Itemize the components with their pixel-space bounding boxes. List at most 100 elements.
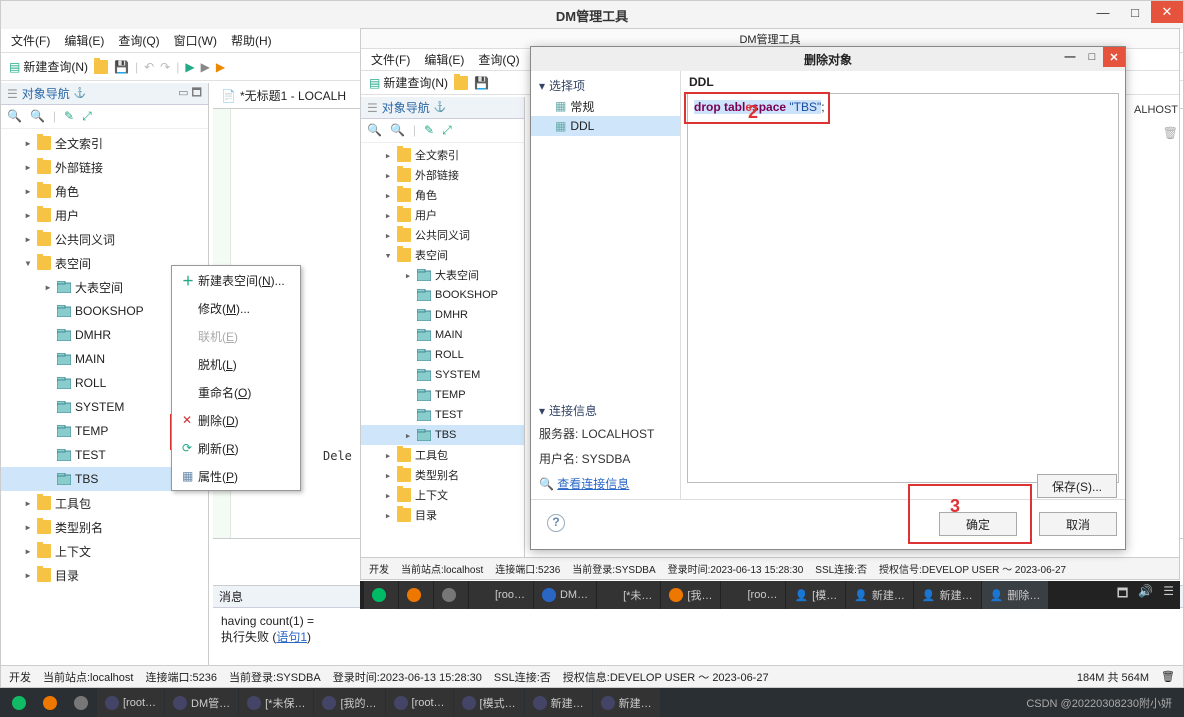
open-button[interactable] xyxy=(94,60,108,74)
messages-tab[interactable]: 消息 xyxy=(219,588,243,605)
task-item[interactable] xyxy=(434,581,468,609)
os-task-item[interactable]: [root… xyxy=(97,688,164,717)
os-task-item[interactable]: DM管… xyxy=(165,688,238,717)
ctx-item[interactable]: ▦属性(P) xyxy=(172,462,300,490)
menu-edit[interactable]: 编辑(E) xyxy=(64,32,104,49)
maximize-button[interactable]: □ xyxy=(1119,1,1151,23)
os-task-item[interactable]: [root… xyxy=(386,688,453,717)
object-tree2[interactable]: ▸全文索引▸外部链接▸角色▸用户▸公共同义词▾表空间▸大表空间BOOKSHOPD… xyxy=(361,143,524,557)
task-item[interactable]: [roo… xyxy=(721,581,785,609)
undo-button[interactable]: ↶ xyxy=(144,60,154,74)
tree-item[interactable]: ▸角色 xyxy=(361,185,524,205)
tree-item[interactable]: ▸上下文 xyxy=(1,539,208,563)
folder-icon xyxy=(37,256,51,270)
run-button[interactable]: ▶ xyxy=(185,60,194,74)
new-query-button[interactable]: ▤新建查询(N) xyxy=(9,58,88,75)
filter-icon[interactable]: 🔍 xyxy=(30,109,45,124)
tree-item[interactable]: TEMP xyxy=(361,385,524,405)
menu2-edit[interactable]: 编辑(E) xyxy=(424,51,464,68)
tree-item[interactable]: ▾表空间 xyxy=(361,245,524,265)
trash-icon-top[interactable]: 🗑 xyxy=(1163,126,1178,140)
view-conn-link[interactable]: 查看连接信息 xyxy=(557,477,629,491)
tree-item[interactable]: TEST xyxy=(361,405,524,425)
task-item[interactable]: 👤[模… xyxy=(786,581,845,609)
tree-item[interactable]: ▸外部链接 xyxy=(361,165,524,185)
save2[interactable]: 💾 xyxy=(474,76,489,90)
tree-item[interactable]: MAIN xyxy=(361,325,524,345)
tree-item[interactable]: SYSTEM xyxy=(361,365,524,385)
ctx-item[interactable]: ✕删除(D) xyxy=(172,406,300,434)
minimize-button[interactable]: ― xyxy=(1087,1,1119,23)
save-button[interactable]: 💾 xyxy=(114,60,129,74)
tree-item[interactable]: ▸工具包 xyxy=(1,491,208,515)
tree-item[interactable]: ▸工具包 xyxy=(361,445,524,465)
ctx-item[interactable]: 脱机(L) xyxy=(172,350,300,378)
locate-icon[interactable]: 🔍 xyxy=(7,109,22,124)
tree-item[interactable]: ▸类型别名 xyxy=(1,515,208,539)
ctx-item[interactable]: 重命名(O) xyxy=(172,378,300,406)
tree-label: 工具包 xyxy=(415,447,448,463)
tree-item[interactable]: ROLL xyxy=(361,345,524,365)
tree-item[interactable]: ▸目录 xyxy=(1,563,208,587)
menu2-query[interactable]: 查询(Q) xyxy=(478,51,519,68)
menu-file[interactable]: 文件(F) xyxy=(11,32,50,49)
trash-icon[interactable]: 🗑 xyxy=(1161,670,1175,683)
open2[interactable] xyxy=(454,76,468,90)
tree-item[interactable]: ▸TBS xyxy=(361,425,524,445)
bt-tray-menu[interactable]: ☰ xyxy=(1163,584,1174,605)
ctx-item[interactable]: ⟳刷新(R) xyxy=(172,434,300,462)
tree-item[interactable]: ▸大表空间 xyxy=(361,265,524,285)
tree-item[interactable]: DMHR xyxy=(361,305,524,325)
tree-item[interactable]: ▸目录 xyxy=(361,505,524,525)
side-ddl[interactable]: ▦DDL xyxy=(531,116,680,136)
bt-tray-battery[interactable]: 🗖 xyxy=(1117,584,1128,605)
debug-button[interactable]: ▶ xyxy=(201,60,210,74)
menu2-file[interactable]: 文件(F) xyxy=(371,51,410,68)
task-item[interactable] xyxy=(399,581,433,609)
dlg-minimize[interactable]: ― xyxy=(1059,47,1081,67)
task-item[interactable]: [我… xyxy=(661,581,720,609)
ctx-item[interactable]: ＋新建表空间(N)... xyxy=(172,266,300,294)
task-item[interactable] xyxy=(364,581,398,609)
statement-link[interactable]: 语句1 xyxy=(276,630,307,644)
menu-query[interactable]: 查询(Q) xyxy=(118,32,159,49)
redo-button[interactable]: ↷ xyxy=(160,60,170,74)
save-button[interactable]: 保存(S)... xyxy=(1037,474,1117,498)
os-task-item[interactable]: 新建… xyxy=(525,688,592,717)
os-task-item[interactable]: 新建… xyxy=(593,688,660,717)
tree-item[interactable]: ▸公共同义词 xyxy=(1,227,208,251)
close-button[interactable]: ✕ xyxy=(1151,1,1183,23)
tree-item[interactable]: ▸角色 xyxy=(1,179,208,203)
task-item[interactable]: 👤删除… xyxy=(982,581,1049,609)
dlg-maximize[interactable]: □ xyxy=(1081,47,1103,67)
cancel-button[interactable]: 取消 xyxy=(1039,512,1117,536)
os-task-item[interactable]: [模式… xyxy=(454,688,524,717)
tree-item[interactable]: ▸上下文 xyxy=(361,485,524,505)
dlg-close[interactable]: ✕ xyxy=(1103,47,1125,67)
new-query2[interactable]: ▤新建查询(N) xyxy=(369,74,448,91)
menu-window[interactable]: 窗口(W) xyxy=(174,32,217,49)
os-task-item[interactable]: [*未保… xyxy=(239,688,313,717)
tree-item[interactable]: ▸用户 xyxy=(361,205,524,225)
tree-item[interactable]: ▸外部链接 xyxy=(1,155,208,179)
edit-icon[interactable]: ✎ xyxy=(64,109,74,124)
tree-item[interactable]: ▸公共同义词 xyxy=(361,225,524,245)
task-item[interactable]: [*未… xyxy=(597,581,660,609)
expand-icon[interactable]: ⤢ xyxy=(82,109,92,124)
task-item[interactable]: 👤新建… xyxy=(914,581,981,609)
help-icon[interactable]: ? xyxy=(547,514,565,532)
tree-item[interactable]: ▸类型别名 xyxy=(361,465,524,485)
tree-item[interactable]: ▸全文索引 xyxy=(361,145,524,165)
menu-help[interactable]: 帮助(H) xyxy=(231,32,272,49)
side-general[interactable]: ▦常规 xyxy=(531,96,680,116)
tree-item[interactable]: ▸用户 xyxy=(1,203,208,227)
tree-item[interactable]: ▸全文索引 xyxy=(1,131,208,155)
bt-tray-vol[interactable]: 🔊 xyxy=(1138,584,1153,605)
os-task-item[interactable]: [我的… xyxy=(314,688,384,717)
task-item[interactable]: 👤新建… xyxy=(846,581,913,609)
task-item[interactable]: [roo… xyxy=(469,581,533,609)
task-item[interactable]: DM… xyxy=(534,581,596,609)
plan-button[interactable]: ▶ xyxy=(216,60,225,74)
tree-item[interactable]: BOOKSHOP xyxy=(361,285,524,305)
ctx-item[interactable]: 修改(M)... xyxy=(172,294,300,322)
